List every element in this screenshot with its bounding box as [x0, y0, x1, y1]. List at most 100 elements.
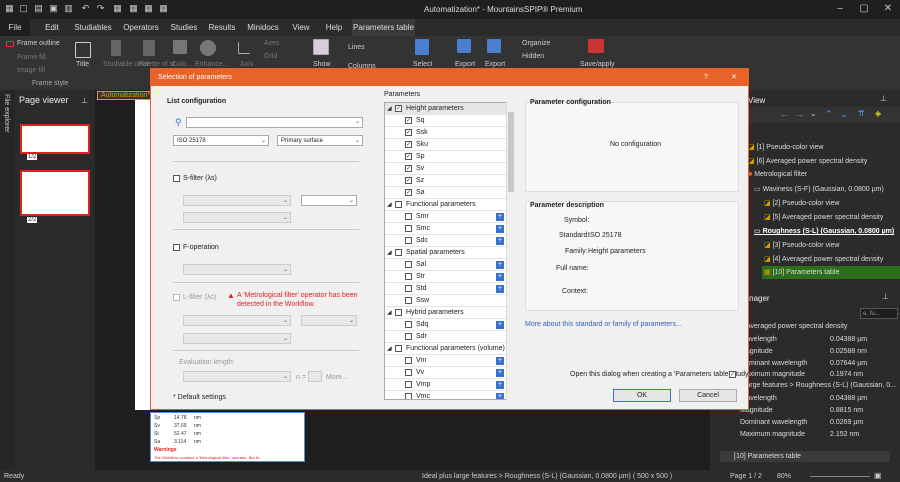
arrow-left-icon[interactable]: ← — [780, 109, 789, 119]
add-parameter-icon[interactable]: + — [496, 369, 504, 377]
close-dialog-icon[interactable]: ✕ — [731, 69, 737, 86]
undo-icon[interactable]: ↶ — [80, 3, 91, 14]
parameter-checkbox[interactable] — [405, 261, 412, 268]
add-parameter-icon[interactable]: + — [496, 321, 504, 329]
parameter-checkbox[interactable] — [405, 225, 412, 232]
parameter-checkbox[interactable] — [405, 369, 412, 376]
parameter-checkbox[interactable] — [405, 285, 412, 292]
add-parameter-icon[interactable]: + — [496, 225, 504, 233]
menu-edit[interactable]: Edit — [37, 19, 67, 36]
parameter-item[interactable]: Vm + — [385, 355, 507, 367]
menu-results[interactable]: Results — [204, 19, 240, 36]
cancel-button[interactable]: Cancel — [679, 389, 737, 402]
enhance-button[interactable]: Enhance... — [195, 61, 228, 68]
tree-item[interactable]: ◪ [1] Pseudo-color view — [748, 143, 823, 151]
pin-icon[interactable]: ⊥ — [81, 96, 88, 105]
frame-outline-button[interactable]: Frame outline — [17, 40, 60, 47]
parameter-item[interactable]: Smc + — [385, 223, 507, 235]
ok-button[interactable]: OK — [613, 389, 671, 402]
save-icon[interactable]: ▣ — [48, 3, 59, 14]
s-filter-value-select[interactable]: ⌄ — [301, 195, 357, 206]
parameter-checkbox[interactable] — [405, 213, 412, 220]
parameter-search-input[interactable]: ⌄ — [186, 117, 363, 128]
tree-item[interactable]: ■ Metrological filter — [748, 171, 807, 178]
l-filter-select[interactable]: ⌄ — [183, 315, 291, 326]
parameter-item[interactable]: Vmp + — [385, 379, 507, 391]
collapse-arrow-icon[interactable]: ◢ — [387, 307, 392, 319]
parameter-item[interactable]: Sdq + — [385, 319, 507, 331]
more-button[interactable]: More... — [326, 374, 348, 381]
axes-button[interactable]: Axes — [264, 40, 280, 47]
add-parameter-icon[interactable]: + — [496, 393, 504, 399]
select-button[interactable]: Select — [413, 61, 432, 68]
menu-view[interactable]: View — [287, 19, 315, 36]
parameter-list-scrollbar[interactable] — [506, 102, 514, 400]
parameter-item[interactable]: ✓ Sa — [385, 187, 507, 199]
quick-action-icon[interactable]: ▦ — [128, 3, 139, 14]
menu-minidocs[interactable]: Minidocs — [243, 19, 283, 36]
close-window-icon[interactable]: ✕ — [880, 2, 896, 16]
parameter-group[interactable]: ◢ Functional parameters (volume) — [385, 343, 507, 355]
s-filter-type-select[interactable]: ⌄ — [183, 212, 291, 223]
parameter-group[interactable]: ◢ Functional parameters — [385, 199, 507, 211]
save-apply-button[interactable]: Save/apply — [580, 61, 615, 68]
scrollbar-thumb[interactable] — [508, 112, 514, 192]
parameter-checkbox[interactable] — [405, 273, 412, 280]
parameter-item[interactable]: ✓ Sq — [385, 115, 507, 127]
parameter-checkbox[interactable] — [405, 297, 412, 304]
collapse-arrow-icon[interactable]: ◢ — [387, 199, 392, 211]
parameter-item[interactable]: Sdr — [385, 331, 507, 343]
new-icon[interactable]: ▢ — [18, 3, 29, 14]
parameter-checkbox[interactable]: ✓ — [405, 165, 412, 172]
expand-icon[interactable]: ⌃ — [825, 109, 833, 120]
pin-icon[interactable]: ⊥ — [882, 292, 889, 301]
tree-item[interactable]: ◪ [4] Averaged power spectral density — [764, 255, 883, 263]
manager-search-input[interactable]: e, fu... — [860, 308, 898, 319]
add-parameter-icon[interactable]: + — [496, 285, 504, 293]
hidden-button[interactable]: Hidden — [522, 53, 544, 60]
menu-operators[interactable]: Operators — [118, 19, 164, 36]
maximize-icon[interactable]: ▢ — [856, 2, 872, 16]
l-filter-value-select[interactable]: ⌄ — [301, 315, 357, 326]
export-button[interactable]: Export — [455, 61, 475, 68]
menu-parameters-table[interactable]: Parameters table — [352, 19, 415, 36]
more-about-link[interactable]: More about this standard or family of pa… — [525, 321, 682, 328]
parameter-checkbox[interactable] — [405, 393, 412, 399]
document-tab[interactable]: Automatization* — [97, 91, 155, 100]
export-excel-button[interactable]: Export — [485, 61, 505, 68]
grid-button[interactable]: Grid — [264, 53, 277, 60]
open-dialog-checkbox[interactable]: ✓ — [729, 371, 736, 378]
parameter-checkbox[interactable]: ✓ — [405, 177, 412, 184]
chevron-down-icon[interactable]: ⌄ — [810, 109, 817, 118]
l-filter-checkbox[interactable] — [173, 294, 180, 301]
tree-item[interactable]: ◪ [6] Averaged power spectral density — [748, 157, 867, 165]
parameter-checkbox[interactable] — [405, 381, 412, 388]
axis-button[interactable]: Axis — [240, 61, 253, 68]
title-button[interactable]: Title — [76, 61, 89, 68]
parameter-item[interactable]: Sal + — [385, 259, 507, 271]
organize-button[interactable]: Organize — [522, 40, 550, 47]
standard-select[interactable]: ISO 25178 ⌄ — [173, 135, 269, 146]
zoom-slider[interactable] — [810, 476, 870, 477]
parameter-group[interactable]: ◢ ✓ Height parameters — [385, 103, 507, 115]
quick-action-icon[interactable]: ▦ — [112, 3, 123, 14]
f-operation-checkbox[interactable] — [173, 244, 180, 251]
image-fill-button[interactable]: Image fill — [17, 67, 45, 74]
menu-file[interactable]: File — [0, 19, 30, 36]
parameter-checkbox[interactable]: ✓ — [405, 129, 412, 136]
arrow-right-icon[interactable]: → — [795, 109, 804, 119]
add-parameter-icon[interactable]: + — [496, 261, 504, 269]
parameter-item[interactable]: Std + — [385, 283, 507, 295]
parameter-checkbox[interactable] — [405, 321, 412, 328]
page-thumbnail-1[interactable] — [20, 124, 90, 154]
parameter-group[interactable]: ◢ Hybrid parameters — [385, 307, 507, 319]
parameter-item[interactable]: ✓ Ssk — [385, 127, 507, 139]
menu-studiables[interactable]: Studiables — [69, 19, 117, 36]
parameter-checkbox[interactable]: ✓ — [405, 189, 412, 196]
redo-icon[interactable]: ↷ — [95, 3, 106, 14]
file-explorer-label[interactable]: File explorer — [3, 94, 10, 133]
f-operation-select[interactable]: ⌄ — [183, 264, 291, 275]
parameter-checkbox[interactable]: ✓ — [405, 153, 412, 160]
group-checkbox[interactable] — [395, 201, 402, 208]
parameter-item[interactable]: Ssw — [385, 295, 507, 307]
